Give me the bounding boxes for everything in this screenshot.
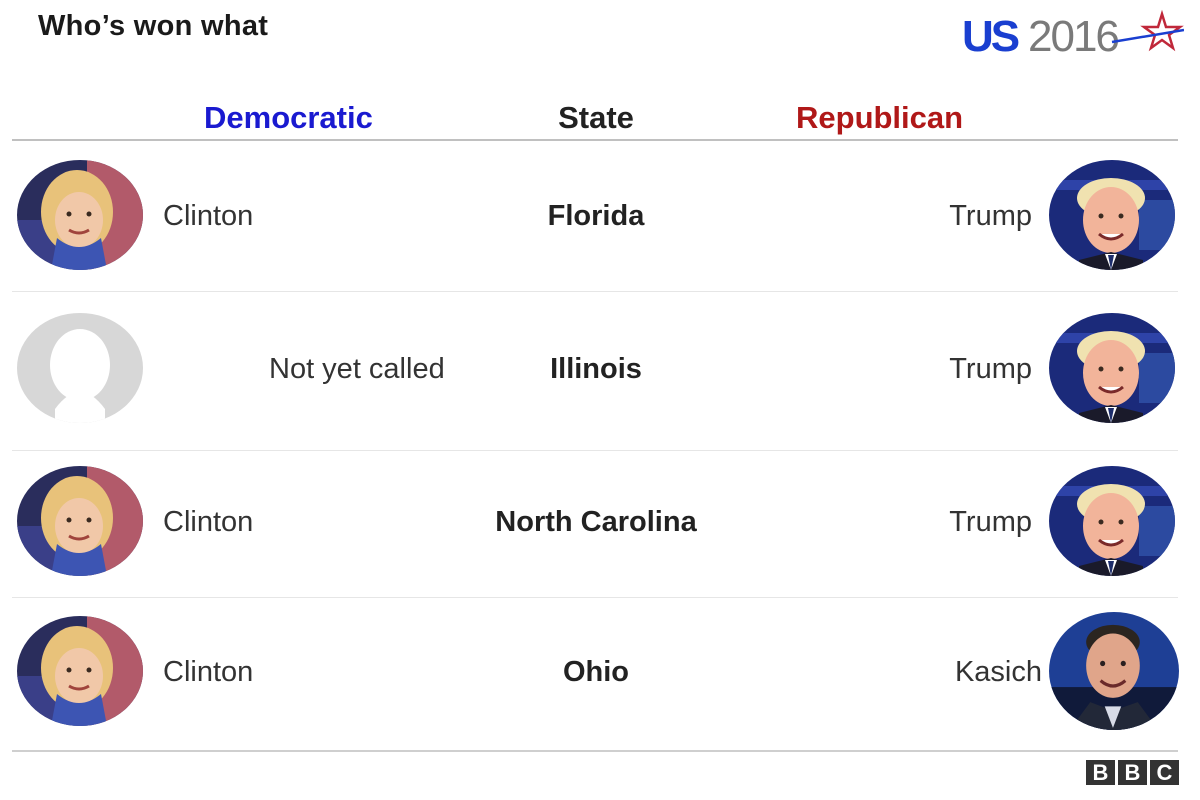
trump-avatar <box>1049 313 1175 423</box>
header-rule <box>12 139 1178 141</box>
republican-winner: Trump <box>949 353 1032 385</box>
result-row-ohio: Clinton Ohio Kasich <box>0 598 1200 748</box>
logo-us-text: US <box>962 12 1019 60</box>
svg-text:US: US <box>962 12 1019 60</box>
page-title: Who’s won what <box>38 10 269 42</box>
footer-rule <box>12 750 1178 752</box>
republican-winner: Trump <box>949 200 1032 232</box>
column-header-republican: Republican <box>796 100 964 135</box>
republican-winner: Kasich <box>954 656 1042 688</box>
republican-winner: Trump <box>949 506 1032 538</box>
bbc-logo: B B C <box>1086 760 1179 785</box>
result-row-illinois: Not yet called Illinois Trump <box>0 295 1200 445</box>
bbc-letter: C <box>1150 760 1179 785</box>
bbc-letter: B <box>1118 760 1147 785</box>
trump-avatar <box>1049 160 1175 270</box>
trump-avatar <box>1049 466 1175 576</box>
kasich-avatar <box>1049 612 1179 730</box>
bbc-letter: B <box>1086 760 1115 785</box>
logo-year-text: 2016 <box>1028 12 1118 60</box>
result-row-florida: Clinton Florida Trump <box>0 142 1200 292</box>
column-header-state: State <box>558 100 634 135</box>
row-divider <box>12 291 1178 292</box>
result-row-north-carolina: Clinton North Carolina Trump <box>0 448 1200 598</box>
us2016-logo: US 2016 <box>962 8 1185 61</box>
